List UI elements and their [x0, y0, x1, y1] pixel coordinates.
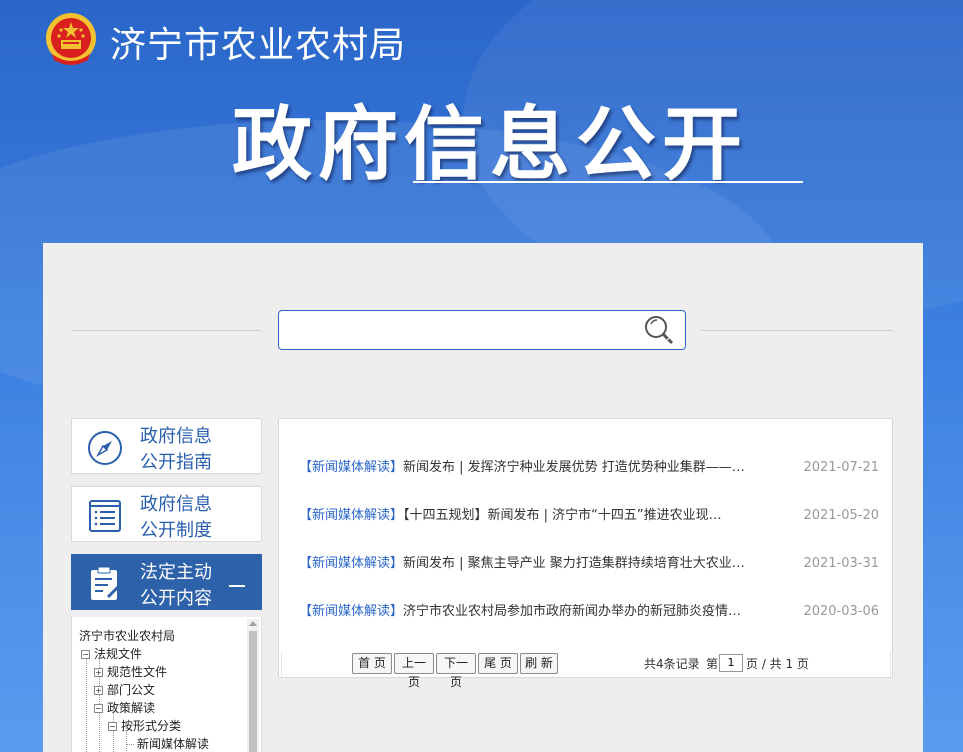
compass-icon [88, 431, 122, 465]
sidebar-item-label: 政府信息 公开指南 [140, 426, 212, 473]
next-page-button[interactable]: 下一页 [436, 653, 476, 689]
tree-guide [126, 727, 127, 752]
sidebar-item-system[interactable]: 政府信息 公开制度 [71, 486, 262, 542]
news-date: 2020-03-06 [803, 604, 879, 619]
tree-node[interactable]: − 按形式分类 [108, 717, 181, 735]
list-item[interactable]: 【新闻媒体解读】济宁市农业农村局参加市政府新闻办举办的新冠肺炎疫情… 2020-… [299, 602, 879, 622]
tree-node[interactable]: − 法规文件 [81, 645, 142, 663]
list-item[interactable]: 【新闻媒体解读】【十四五规划】新闻发布 | 济宁市“十四五”推进农业现… 202… [299, 506, 879, 526]
news-title[interactable]: 【十四五规划】新闻发布 | 济宁市“十四五”推进农业现… [403, 508, 722, 523]
tree-node[interactable]: − 政策解读 [94, 699, 155, 717]
pagination: 首 页 上一页 下一页 尾 页 刷 新 共4条记录 第 1 页 / 共 1 页 [281, 651, 891, 689]
news-tag[interactable]: 【新闻媒体解读】 [299, 604, 403, 619]
list-item[interactable]: 【新闻媒体解读】新闻发布 | 聚焦主导产业 聚力打造集群持续培育壮大农业… 20… [299, 554, 879, 574]
national-emblem-icon [46, 13, 96, 65]
page-suffix: 页 / 共 1 页 [746, 657, 809, 671]
page-number-input[interactable]: 1 [719, 654, 743, 672]
tree-scrollbar[interactable] [247, 619, 259, 752]
prev-page-button[interactable]: 上一页 [394, 653, 434, 689]
main-panel: 政府信息 公开指南 政府信息 公开制度 法定主动 公开内容 济宁市农业农村局 −… [43, 243, 923, 752]
news-title[interactable]: 新闻发布 | 聚焦主导产业 聚力打造集群持续培育壮大农业… [403, 556, 745, 571]
expand-icon[interactable]: + [94, 686, 103, 695]
tree-node[interactable]: 新闻媒体解读 [137, 735, 209, 752]
news-tag[interactable]: 【新闻媒体解读】 [299, 460, 403, 475]
news-title[interactable]: 新闻发布 | 发挥济宁种业发展优势 打造优势种业集群——… [403, 460, 745, 475]
news-date: 2021-07-21 [803, 460, 879, 475]
news-tag[interactable]: 【新闻媒体解读】 [299, 508, 403, 523]
news-tag[interactable]: 【新闻媒体解读】 [299, 556, 403, 571]
search-input[interactable] [287, 317, 627, 343]
clipboard-edit-icon [91, 566, 121, 600]
news-list: 【新闻媒体解读】新闻发布 | 发挥济宁种业发展优势 打造优势种业集群——… 20… [278, 418, 893, 689]
page-title: 政府信息公开 [232, 98, 748, 191]
first-page-button[interactable]: 首 页 [352, 653, 392, 674]
collapse-icon[interactable]: − [108, 722, 117, 731]
sidebar-item-label: 政府信息 公开制度 [140, 494, 212, 541]
collapse-icon[interactable]: − [94, 704, 103, 713]
category-tree: 济宁市农业农村局 − 法规文件 + 规范性文件 + 部门公文 − 政策解读 − 按形式分类… [71, 617, 262, 752]
total-records: 共4条记录 [644, 657, 700, 671]
tree-guide [86, 652, 87, 752]
news-title[interactable]: 济宁市农业农村局参加市政府新闻办举办的新冠肺炎疫情… [403, 604, 741, 619]
list-item[interactable]: 【新闻媒体解读】新闻发布 | 发挥济宁种业发展优势 打造优势种业集群——… 20… [299, 458, 879, 478]
tree-guide [126, 744, 134, 745]
news-date: 2021-05-20 [803, 508, 879, 523]
list-document-icon [89, 500, 121, 532]
tree-node[interactable]: + 部门公文 [94, 681, 155, 699]
scroll-thumb[interactable] [249, 631, 257, 752]
tree-node[interactable]: + 规范性文件 [94, 663, 167, 681]
title-underline [413, 181, 803, 183]
search-box [278, 310, 686, 350]
sidebar-item-guide[interactable]: 政府信息 公开指南 [71, 418, 262, 474]
refresh-button[interactable]: 刷 新 [520, 653, 558, 674]
search-icon[interactable] [643, 314, 675, 346]
scroll-up-icon[interactable] [249, 621, 257, 626]
collapse-icon[interactable] [229, 585, 245, 587]
agency-name: 济宁市农业农村局 [110, 25, 407, 66]
expand-icon[interactable]: + [94, 668, 103, 677]
page-prefix: 第 [706, 657, 719, 671]
last-page-button[interactable]: 尾 页 [478, 653, 518, 674]
tree-root[interactable]: 济宁市农业农村局 [79, 627, 175, 645]
collapse-icon[interactable]: − [81, 650, 90, 659]
divider [71, 330, 261, 331]
divider [701, 330, 893, 331]
sidebar-item-statutory[interactable]: 法定主动 公开内容 [71, 554, 262, 610]
news-date: 2021-03-31 [803, 556, 879, 571]
